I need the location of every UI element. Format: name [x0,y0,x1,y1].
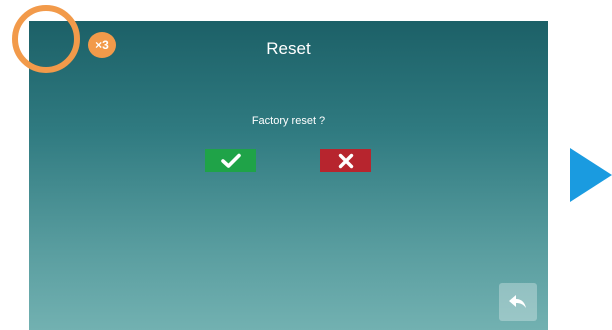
back-button[interactable] [499,283,537,321]
tap-count-badge: ×3 [88,32,116,58]
stage: Reset Factory reset ? ×3 [0,0,612,330]
cancel-button[interactable] [320,149,371,172]
reset-prompt: Factory reset ? [251,115,326,127]
device-screen: Reset Factory reset ? [29,21,548,330]
x-icon [338,153,353,168]
play-arrow-icon [570,148,612,202]
tap-highlight-ring [12,5,80,73]
checkmark-icon [220,153,241,168]
return-arrow-icon [509,295,526,308]
confirm-button[interactable] [205,149,256,172]
